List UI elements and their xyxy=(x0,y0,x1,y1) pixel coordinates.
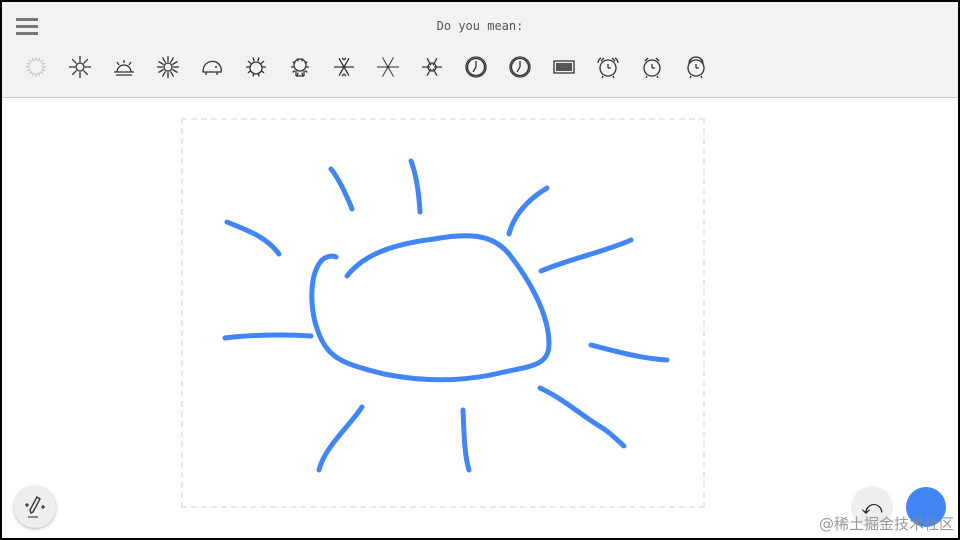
suggestion-title: Do you mean: xyxy=(436,19,524,33)
suggestion-item[interactable] xyxy=(322,52,366,82)
drawing-canvas[interactable] xyxy=(181,118,705,508)
snowflake-outline-icon xyxy=(422,58,442,76)
suggestion-item[interactable] xyxy=(454,52,498,82)
sun-sketch-icon xyxy=(26,57,46,77)
alarm-clock-ringing-icon xyxy=(597,57,619,79)
sun-drawing xyxy=(222,158,670,473)
suggestion-item[interactable] xyxy=(278,52,322,82)
suggestion-item[interactable] xyxy=(498,52,542,82)
suggestion-item[interactable] xyxy=(542,52,586,82)
alarm-clock-icon xyxy=(643,57,661,79)
suggestion-item[interactable] xyxy=(190,52,234,82)
magic-pencil-icon xyxy=(25,495,45,518)
suggestion-list xyxy=(14,52,718,82)
app-window: Do you mean: ⤺ @稀土掘金技术社区 xyxy=(2,2,958,538)
sun-icon xyxy=(69,56,91,78)
snowflake-thin-icon xyxy=(377,57,399,77)
digital-clock-icon xyxy=(553,60,575,74)
clock-2-icon xyxy=(509,56,531,78)
suggestion-item[interactable] xyxy=(14,52,58,82)
sunrise-icon xyxy=(114,60,134,76)
hedgehog-icon xyxy=(202,60,222,75)
hedgehog-standing-icon xyxy=(291,58,309,77)
snowflake-icon xyxy=(334,57,354,77)
suggestion-item[interactable] xyxy=(366,52,410,82)
alarm-clock-bells-icon xyxy=(687,56,705,79)
suggestion-item[interactable] xyxy=(146,52,190,82)
sun-rays-icon xyxy=(157,56,179,78)
suggestion-toolbar: Do you mean: xyxy=(2,2,958,98)
suggestion-item[interactable] xyxy=(234,52,278,82)
suggestion-item[interactable] xyxy=(410,52,454,82)
watermark: @稀土掘金技术社区 xyxy=(818,515,954,533)
suggestion-item[interactable] xyxy=(674,52,718,82)
clock-icon xyxy=(465,56,487,78)
hedgehog-face-icon xyxy=(246,57,266,77)
suggestion-item[interactable] xyxy=(586,52,630,82)
suggestion-item[interactable] xyxy=(58,52,102,82)
suggestion-item[interactable] xyxy=(102,52,146,82)
suggestion-item[interactable] xyxy=(630,52,674,82)
autodraw-tool-button[interactable] xyxy=(14,486,56,528)
